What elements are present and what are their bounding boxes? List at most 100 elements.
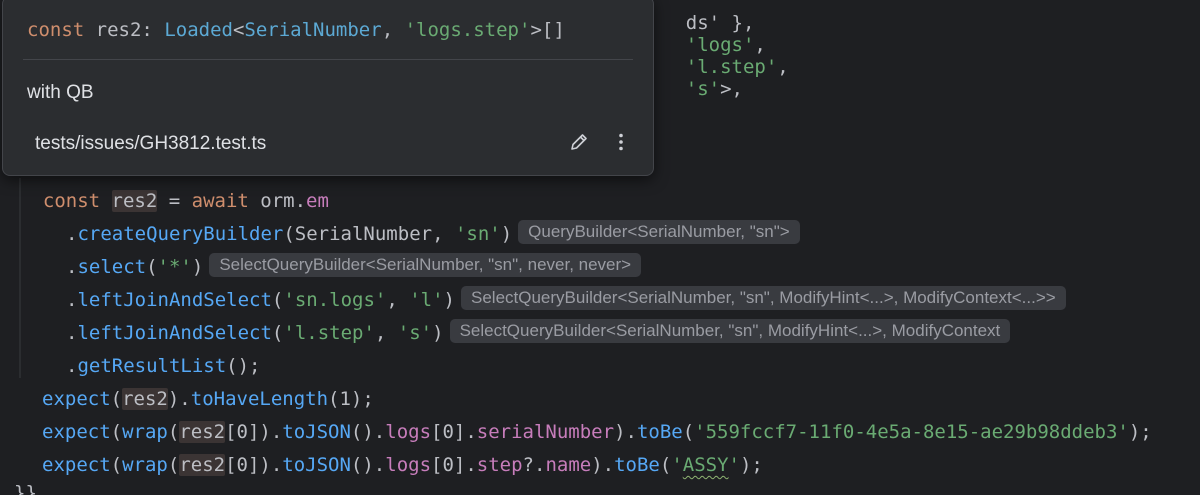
popup-signature: const res2: Loaded<SerialNumber, 'logs.s… [27,17,565,43]
code-token: = [157,190,192,212]
code-function: toBe [636,421,683,443]
code-token: , [777,56,789,78]
code-variable-highlighted[interactable]: res2 [179,421,226,443]
code-token: [0]. [431,421,477,443]
code-property: em [306,190,329,212]
code-token: (). [350,454,386,476]
code-token: , [374,322,398,344]
code-property: step [476,454,523,476]
code-line[interactable]: expect(wrap(res2[0]).toJSON().logs[0].se… [42,416,1152,449]
code-token: 's' [685,78,721,100]
popup-file-path[interactable]: tests/issues/GH3812.test.ts [35,132,266,156]
code-token: . [66,322,78,344]
popup-divider [23,59,633,60]
code-line[interactable]: expect(wrap(res2[0]).toJSON().logs[0].st… [42,449,763,482]
code-token: ( [167,454,180,476]
code-token: , [754,34,766,56]
pencil-icon[interactable] [567,130,591,154]
popup-actions [567,130,633,154]
code-token: (); [226,355,261,377]
code-token: . [66,289,78,311]
code-token: ( [682,421,695,443]
code-token: >, [720,78,743,100]
code-token: [0]. [431,454,477,476]
code-string-typo-warning[interactable]: ASSY [683,454,729,476]
code-function: leftJoinAndSelect [77,289,272,311]
code-keyword: const [42,190,101,212]
code-string: 'sn' [454,223,501,245]
code-string: 'sn.logs' [283,289,387,311]
code-token: ) [500,223,513,245]
code-token: , [386,289,410,311]
code-token: ( [167,421,180,443]
signature-string-arg: 'logs.step' [404,19,531,41]
code-string: ' [671,454,683,476]
code-line-bottom-fragment: }} [14,482,37,495]
code-token: . [66,355,78,377]
code-token: ) [443,289,455,311]
quick-doc-popup[interactable]: const res2: Loaded<SerialNumber, 'logs.s… [2,0,654,176]
code-function: expect [42,421,111,443]
code-token: ds' }, [685,12,755,34]
code-function: wrap [122,454,168,476]
code-token: ). [591,454,615,476]
code-variable-highlighted[interactable]: res2 [179,454,226,476]
code-string: '559fccf7-11f0-4e5a-8e15-ae29b98ddeb3' [694,421,1129,443]
code-token: [0]). [225,421,283,443]
inlay-type-hint[interactable]: SelectQueryBuilder<SerialNumber, "sn", M… [449,319,1011,343]
signature-name: res2 [95,19,142,41]
code-token: orm. [248,190,307,212]
code-line[interactable]: .leftJoinAndSelect('sn.logs', 'l') Select… [66,284,1066,317]
code-property: logs [385,454,432,476]
inlay-type-hint[interactable]: SelectQueryBuilder<SerialNumber, "sn", M… [461,286,1066,310]
code-token: ); [739,454,763,476]
code-token: ( [110,421,123,443]
code-line[interactable]: const res2 = await orm.em [20,185,329,218]
code-line[interactable]: expect(res2).toHaveLength(1); [42,383,374,416]
inlay-type-hint[interactable]: QueryBuilder<SerialNumber, "sn"> [518,220,800,244]
code-token: [0]). [225,454,283,476]
signature-token: >[] [530,19,565,41]
code-line[interactable]: .getResultList(); [66,350,261,383]
code-line[interactable]: .createQueryBuilder(SerialNumber, 'sn') Q… [66,218,800,251]
code-line[interactable]: .select('*') SelectQueryBuilder<SerialNum… [66,251,642,284]
code-token: (SerialNumber, [283,223,455,245]
signature-keyword: const [27,19,85,41]
code-string: 'l' [409,289,444,311]
code-function: toJSON [282,421,351,443]
signature-colon: : [141,19,153,41]
code-variable-highlighted[interactable]: res2 [122,388,168,410]
code-function: leftJoinAndSelect [77,322,272,344]
code-property: name [545,454,592,476]
code-string: ' [728,454,740,476]
code-keyword: await [191,190,249,212]
code-token: ( [146,256,158,278]
code-token: . [66,256,78,278]
code-function: getResultList [77,355,227,377]
code-string: '*' [157,256,192,278]
more-vertical-icon[interactable] [609,130,633,154]
code-token: ) [191,256,204,278]
code-function: expect [42,388,111,410]
inlay-type-hint[interactable]: SelectQueryBuilder<SerialNumber, "sn", n… [209,253,642,277]
code-token: ) [432,322,444,344]
code-token: 'logs' [685,34,755,56]
code-string: 'l.step' [283,322,375,344]
code-function: expect [42,454,111,476]
code-token: 'l.step' [685,56,778,78]
code-token: ( [659,454,672,476]
code-line[interactable]: .leftJoinAndSelect('l.step', 's') SelectQ… [66,317,1011,350]
signature-type-arg[interactable]: SerialNumber [244,19,381,41]
signature-type[interactable]: Loaded [164,19,233,41]
code-function: toBe [614,454,660,476]
code-variable-highlighted[interactable]: res2 [111,190,158,212]
code-function: select [77,256,147,278]
signature-token: < [232,19,245,41]
popup-description: with QB [27,82,94,103]
code-token: ( [110,388,123,410]
code-function: toJSON [282,454,351,476]
code-string: 's' [397,322,433,344]
code-function: createQueryBuilder [77,223,284,245]
signature-token: , [381,19,394,41]
